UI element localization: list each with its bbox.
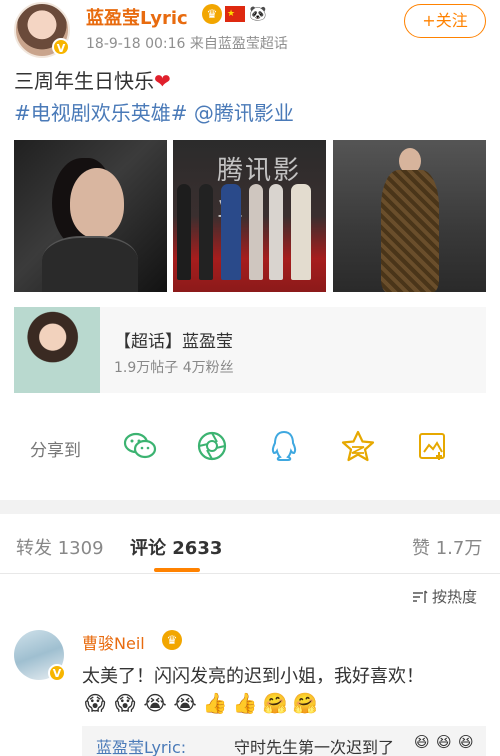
post-body: 三周年生日快乐 <box>14 69 154 93</box>
sort-icon <box>413 590 428 603</box>
hug-emoji-icon: 🤗 <box>292 691 318 715</box>
panda-icon: 🐼 <box>249 6 267 22</box>
laugh-emoji-icon: 😆 <box>414 733 430 751</box>
super-topic-stats: 1.9万帖子 4万粉丝 <box>114 360 234 376</box>
heart-icon: ❤ <box>154 69 171 93</box>
tab-comments[interactable]: 评论 2633 <box>130 534 222 560</box>
super-topic-title: 【超话】蓝盈莹 <box>114 332 233 352</box>
author-username[interactable]: 蓝盈莹Lyric <box>86 4 188 30</box>
section-divider <box>0 500 500 514</box>
photo-3-dress <box>381 170 439 292</box>
comment-emojis: 😱 😱 😭 😭 👍 👍 🤗 🤗 <box>82 690 318 716</box>
verified-badge-icon: V <box>52 38 70 56</box>
photo-2-person <box>269 184 283 280</box>
thumbs-up-emoji-icon: 👍 <box>232 691 258 715</box>
post-text: 三周年生日快乐❤ <box>14 68 171 94</box>
cry-emoji-icon: 😭 <box>173 691 197 715</box>
share-label: 分享到 <box>30 441 81 461</box>
china-flag-icon: ★ <box>225 6 245 22</box>
post-tags[interactable]: #电视剧欢乐英雄# @腾讯影业 <box>14 100 294 126</box>
commenter-vip-crown-icon: ♛ <box>162 630 182 650</box>
save-image-icon[interactable] <box>414 428 450 464</box>
photo-2[interactable]: 腾讯影业 <box>173 140 326 292</box>
share-row: 分享到 <box>0 416 500 476</box>
thumbs-up-emoji-icon: 👍 <box>202 691 228 715</box>
follow-button[interactable]: +关注 <box>404 4 486 38</box>
tab-likes[interactable]: 赞 1.7万 <box>412 534 482 560</box>
super-topic-card[interactable]: 【超话】蓝盈莹 1.9万帖子 4万粉丝 <box>14 307 486 393</box>
user-badges: ♛ ★ 🐼 <box>202 4 268 24</box>
post-header: V 蓝盈莹Lyric ♛ ★ 🐼 18-9-18 00:16 来自蓝盈莹超话 +… <box>0 0 500 62</box>
photo-1[interactable] <box>14 140 167 292</box>
photo-2-person <box>221 184 241 280</box>
tab-reposts[interactable]: 转发 1309 <box>16 534 104 560</box>
laugh-emoji-icon: 😆 <box>436 733 452 751</box>
scream-emoji-icon: 😱 <box>114 691 136 715</box>
photo-1-face <box>70 168 124 238</box>
photo-2-person <box>291 184 311 280</box>
reply-preview[interactable]: 蓝盈莹Lyric: 守时先生第一次迟到了 😆 😆 😆 <box>82 726 486 756</box>
moments-icon[interactable] <box>194 428 230 464</box>
commenter-username[interactable]: 曹骏Neil <box>82 630 145 654</box>
photo-2-person <box>199 184 213 280</box>
interaction-tabs: 转发 1309 评论 2633 赞 1.7万 <box>0 514 500 574</box>
scream-emoji-icon: 😱 <box>84 691 106 715</box>
cry-emoji-icon: 😭 <box>143 691 167 715</box>
photo-3[interactable] <box>333 140 486 292</box>
hug-emoji-icon: 🤗 <box>262 691 288 715</box>
super-topic-thumbnail <box>14 307 100 393</box>
comment-text: 太美了！闪闪发亮的迟到小姐，我好喜欢！ <box>82 666 424 687</box>
photo-2-person <box>177 184 191 280</box>
active-tab-indicator <box>154 568 200 572</box>
qq-icon[interactable] <box>266 428 302 464</box>
post-meta: 18-9-18 00:16 来自蓝盈莹超话 <box>86 36 288 52</box>
photo-grid: 腾讯影业 <box>14 140 486 292</box>
sort-label: 按热度 <box>432 588 478 606</box>
qzone-icon[interactable] <box>340 428 376 464</box>
commenter-verified-icon: V <box>48 664 66 682</box>
vip-crown-icon: ♛ <box>202 4 222 24</box>
photo-1-body <box>42 236 138 292</box>
laugh-emoji-icon: 😆 <box>458 733 474 751</box>
sort-by-hot-button[interactable]: 按热度 <box>412 586 477 607</box>
photo-2-person <box>249 184 263 280</box>
reply-username[interactable]: 蓝盈莹Lyric: <box>96 734 186 756</box>
wechat-icon[interactable] <box>122 428 158 464</box>
reply-text: 守时先生第一次迟到了 <box>234 738 395 756</box>
